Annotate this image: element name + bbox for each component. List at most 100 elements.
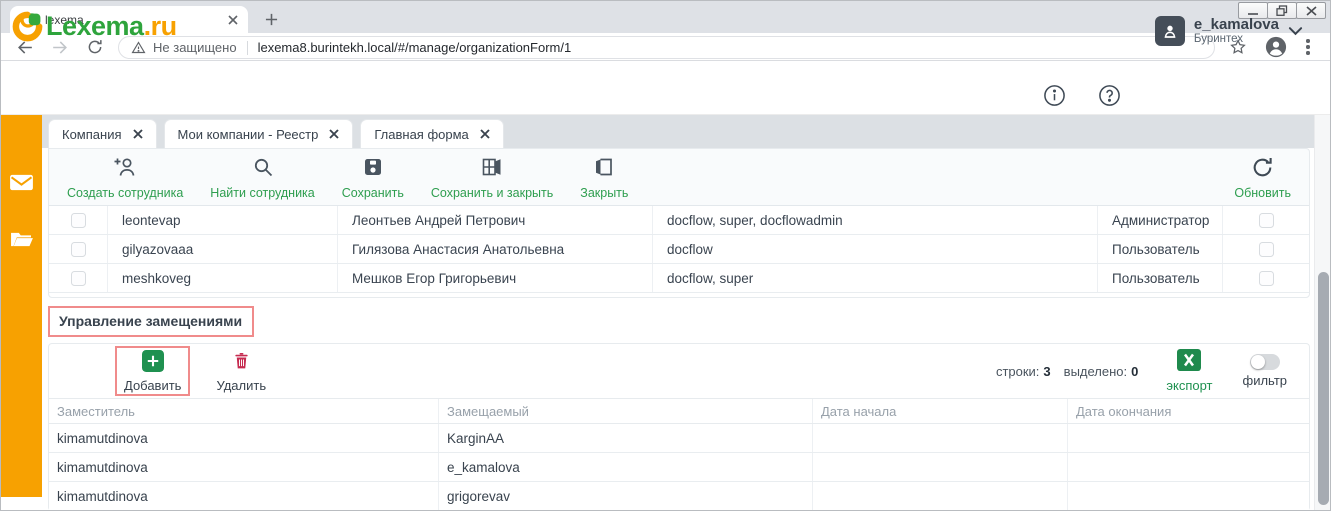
cell-date-start [812,424,1067,452]
employees-toolbar: Создать сотрудника Найти сотрудника Сохр… [49,149,1309,205]
cell-date-end [1067,482,1309,510]
excel-export-icon [1177,349,1201,376]
cell-role-type: Пользователь [1097,264,1222,292]
tab-main-form[interactable]: Главная форма [360,119,503,148]
filter-toggle[interactable] [1250,354,1280,370]
table-row[interactable]: kimamutdinova KarginAA [49,424,1309,453]
cell-date-end [1067,424,1309,452]
table-row[interactable]: kimamutdinova grigorevav [49,482,1309,511]
address-input[interactable]: Не защищено lexema8.burintekh.local/#/ma… [118,36,1215,59]
info-icon[interactable] [1042,83,1066,107]
logo-text: Lexema.ru [46,11,177,42]
add-button[interactable]: Добавить [124,350,181,393]
table-row[interactable]: meshkoveg Мешков Егор Григорьевич docflo… [49,264,1309,293]
substitutions-toolbar: Добавить Удалить строки:3 выделено:0 экс… [49,344,1309,398]
row-checkbox[interactable] [1259,213,1274,228]
row-checkbox[interactable] [71,213,86,228]
save-button[interactable]: Сохранить [342,155,404,200]
search-icon [251,155,275,184]
trash-icon [231,350,252,377]
table-row[interactable]: kimamutdinova e_kamalova [49,453,1309,482]
table-row[interactable]: gilyazovaaa Гилязова Анастасия Анатольев… [49,235,1309,264]
column-header[interactable]: Заместитель [49,399,438,423]
cell-login: meshkoveg [107,264,337,292]
cell-login: gilyazovaaa [107,235,337,263]
app-sidebar [0,115,42,497]
column-header[interactable]: Замещаемый [438,399,812,423]
user-menu[interactable]: e_kamalova Буринтех [1155,16,1303,46]
page-url: lexema8.burintekh.local/#/manage/organiz… [258,40,572,55]
tab-company[interactable]: Компания [48,119,157,148]
substitutions-panel: Добавить Удалить строки:3 выделено:0 экс… [48,343,1310,511]
not-secure-warning-icon [131,40,146,55]
row-checkbox[interactable] [71,271,86,286]
row-checkbox[interactable] [1259,242,1274,257]
main-content: Компания Мои компании - Реестр Главная ф… [42,115,1314,511]
refresh-icon [1250,155,1275,185]
table-row[interactable]: leontevap Леонтьев Андрей Петрович docfl… [49,206,1309,235]
filter-control: фильтр [1243,354,1287,388]
mail-icon[interactable] [0,165,42,199]
tab-label: Мои компании - Реестр [178,127,319,142]
tab-close-icon[interactable] [329,129,339,139]
user-organization: Буринтех [1194,33,1279,46]
refresh-button[interactable]: Обновить [1234,155,1291,200]
cell-substitute: kimamutdinova [49,482,438,510]
button-label: Сохранить [342,186,404,200]
security-status-label: Не защищено [153,40,237,55]
delete-button[interactable]: Удалить [216,350,266,393]
cell-substituted: grigorevav [438,482,812,510]
row-checkbox[interactable] [1259,271,1274,286]
cell-roles: docflow [652,235,1097,263]
button-label: Создать сотрудника [67,186,183,200]
tab-close-icon[interactable] [133,129,143,139]
browser-titlebar: lexema [0,0,1331,33]
cell-full-name: Леонтьев Андрей Петрович [337,206,652,234]
button-label: Удалить [216,378,266,393]
cell-substitute: kimamutdinova [49,453,438,481]
column-header[interactable]: Дата начала [812,399,1067,423]
create-employee-button[interactable]: Создать сотрудника [67,155,183,200]
row-checkbox[interactable] [71,242,86,257]
cell-roles: docflow, super [652,264,1097,292]
column-header[interactable]: Дата окончания [1067,399,1309,423]
find-employee-button[interactable]: Найти сотрудника [210,155,314,200]
close-form-button[interactable]: Закрыть [580,155,628,200]
scrollbar-thumb[interactable] [1318,272,1329,505]
substitution-section: Управление замещениями [48,306,1314,337]
grid-status: строки:3 выделено:0 [996,364,1138,379]
browser-window: lexema Не защищено lexema8.burintekh.loc… [0,0,1331,511]
tab-my-companies-registry[interactable]: Мои компании - Реестр [164,119,354,148]
help-icon[interactable] [1097,83,1121,107]
selected-count-value: 0 [1131,364,1138,379]
cell-full-name: Гилязова Анастасия Анатольевна [337,235,652,263]
tab-label: Главная форма [374,127,468,142]
rows-count-value: 3 [1043,364,1050,379]
add-button-annotation: Добавить [115,346,190,396]
browser-tab-close-icon[interactable] [228,15,238,25]
door-icon [593,155,615,184]
export-button[interactable]: экспорт [1166,349,1212,393]
section-title-annotation: Управление замещениями [48,306,254,337]
workspace-tabstrip: Компания Мои компании - Реестр Главная ф… [42,115,1314,148]
button-label: Сохранить и закрыть [431,186,553,200]
save-icon [361,155,385,184]
filter-label: фильтр [1243,373,1287,388]
new-tab-button[interactable] [260,8,282,30]
cell-substitute: kimamutdinova [49,424,438,452]
save-and-close-button[interactable]: Сохранить и закрыть [431,155,553,200]
grid-header-row: Заместитель Замещаемый Дата начала Дата … [49,398,1309,424]
cell-roles: docflow, super, docflowadmin [652,206,1097,234]
button-label: Добавить [124,378,181,393]
omnibox-divider [247,41,248,55]
lexema-logo[interactable]: Lexema.ru [12,11,177,42]
folder-icon[interactable] [0,222,42,256]
cell-role-type: Пользователь [1097,235,1222,263]
cell-substituted: e_kamalova [438,453,812,481]
cell-date-start [812,453,1067,481]
vertical-scrollbar[interactable] [1314,115,1331,511]
cell-full-name: Мешков Егор Григорьевич [337,264,652,292]
section-title: Управление замещениями [59,313,242,329]
user-avatar [1155,16,1185,46]
tab-close-icon[interactable] [480,129,490,139]
